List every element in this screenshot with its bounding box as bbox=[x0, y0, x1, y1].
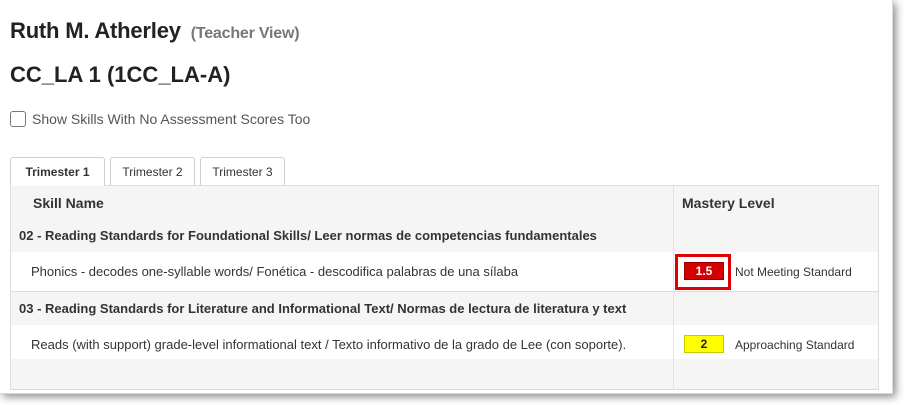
show-skills-checkbox[interactable] bbox=[10, 111, 26, 127]
column-divider bbox=[673, 186, 674, 389]
skill-group-title: 03 - Reading Standards for Literature an… bbox=[19, 301, 627, 316]
tab-trimester-1[interactable]: Trimester 1 bbox=[10, 157, 105, 186]
skill-name-column-header: Skill Name bbox=[33, 195, 104, 211]
show-skills-label: Show Skills With No Assessment Scores To… bbox=[32, 111, 311, 127]
tab-trimester-3[interactable]: Trimester 3 bbox=[200, 157, 285, 185]
skill-name: Reads (with support) grade-level informa… bbox=[31, 337, 627, 352]
skill-group-title: 02 - Reading Standards for Foundational … bbox=[19, 228, 597, 243]
mastery-status: Not Meeting Standard bbox=[735, 265, 852, 279]
skill-group-row: 03 - Reading Standards for Literature an… bbox=[11, 292, 878, 326]
skill-group-row: 02 - Reading Standards for Foundational … bbox=[11, 219, 878, 253]
student-name-heading: Ruth M. Atherley (Teacher View) bbox=[10, 18, 300, 44]
skill-name: Phonics - decodes one-syllable words/ Fo… bbox=[31, 264, 519, 279]
table-footer-row bbox=[11, 359, 878, 389]
student-name: Ruth M. Atherley bbox=[10, 18, 181, 43]
gradebook-panel: Ruth M. Atherley (Teacher View) CC_LA 1 … bbox=[0, 0, 893, 394]
tab-trimester-2[interactable]: Trimester 2 bbox=[110, 157, 195, 185]
mastery-level-column-header: Mastery Level bbox=[682, 195, 775, 211]
mastery-status: Approaching Standard bbox=[735, 338, 855, 352]
table-header: Skill Name Mastery Level bbox=[11, 186, 878, 220]
view-label: (Teacher View) bbox=[190, 25, 300, 42]
course-title: CC_LA 1 (1CC_LA-A) bbox=[10, 62, 231, 87]
table-row: Phonics - decodes one-syllable words/ Fo… bbox=[11, 252, 878, 292]
show-skills-option[interactable]: Show Skills With No Assessment Scores To… bbox=[10, 111, 310, 127]
mastery-score-badge: 2 bbox=[684, 335, 724, 353]
mastery-score-badge: 1.5 bbox=[684, 262, 724, 280]
skills-table: Skill Name Mastery Level 02 - Reading St… bbox=[10, 185, 879, 390]
